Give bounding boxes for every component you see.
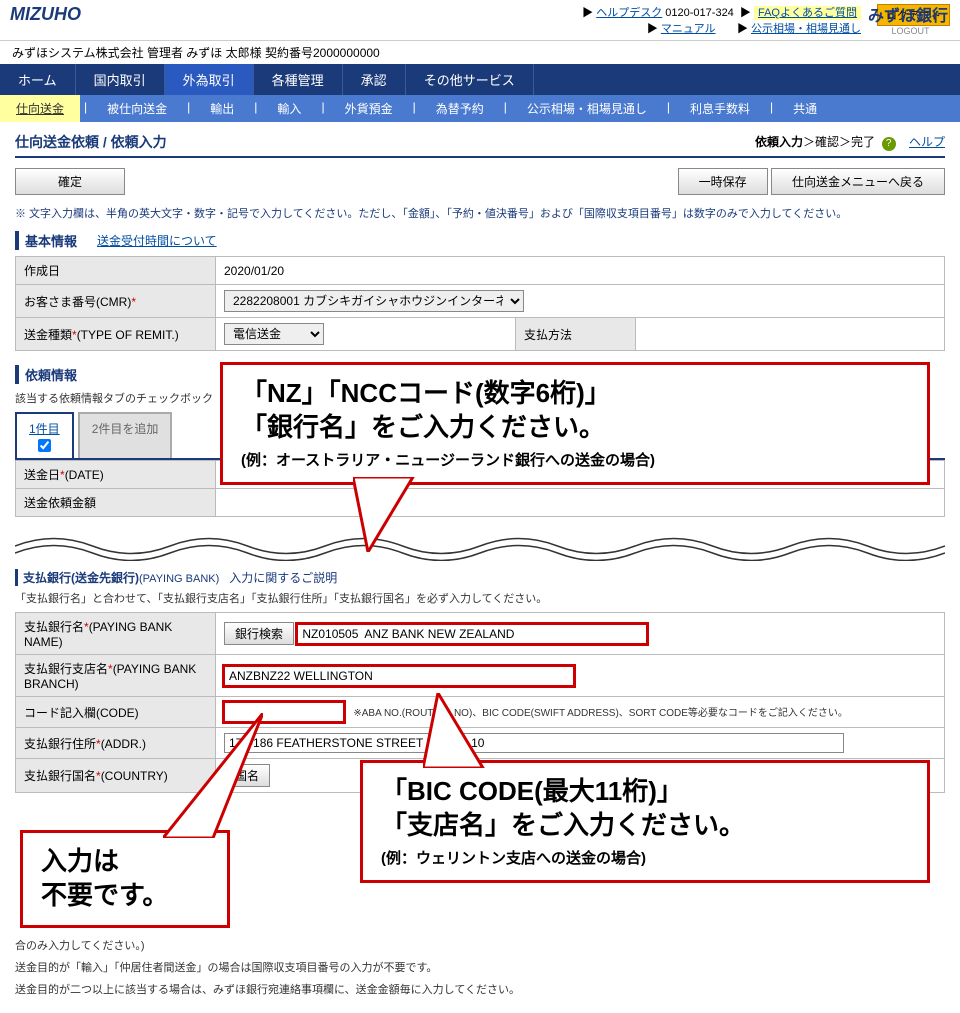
input-note: ※ 文字入力欄は、半角の英大文字・数字・記号で入力してください。ただし、「金額」… [15, 205, 945, 221]
nav-export[interactable]: 輸出 [194, 95, 250, 122]
paying-heading: 支払銀行(送金先銀行)(PAYING BANK) 入力に関するご説明 [15, 569, 945, 586]
paying-note: 「支払銀行名」と合わせて、「支払銀行支店名」「支払銀行住所」「支払銀行国名」を必… [15, 590, 945, 606]
callout-unneeded: 入力は 不要です。 [20, 830, 230, 928]
label-amount: 送金依頼金額 [16, 489, 216, 517]
addr-input[interactable] [224, 733, 844, 753]
footer-note-1: 合のみ入力してください。) [15, 937, 945, 953]
confirm-button[interactable]: 確定 [15, 168, 125, 195]
footer-note-3: 送金目的が二つ以上に該当する場合は、みずほ銀行宛連絡事項欄に、送金金額毎に入力し… [15, 981, 945, 997]
help-icon: ? [882, 137, 896, 151]
footer-note-2: 送金目的が「輸入」「仲居住者間送金」の場合は国際収支項目番号の入力が不要です。 [15, 959, 945, 975]
nav-import[interactable]: 輸入 [261, 95, 317, 122]
logout-en: LOGOUT [871, 26, 950, 36]
branch-input[interactable] [224, 666, 574, 686]
label-pay-method: 支払方法 [516, 318, 636, 351]
nav-main: ホーム 国内取引 外為取引 各種管理 承認 その他サービス [0, 64, 960, 95]
bank-search-button[interactable]: 銀行検索 [224, 622, 294, 645]
bank-name: みずほ銀行 [868, 2, 948, 26]
manual-link[interactable]: マニュアル [661, 23, 716, 35]
paying-help-link[interactable]: 入力に関するご説明 [229, 571, 337, 585]
nav-inward[interactable]: 被仕向送金 [91, 95, 183, 122]
nav-sub: 仕向送金| 被仕向送金| 輸出| 輸入| 外貨預金| 為替予約| 公示相場・相場… [0, 95, 960, 122]
nav-forex[interactable]: 外為取引 [165, 64, 254, 95]
tab-2-add[interactable]: 2件目を追加 [78, 412, 173, 458]
nav-admin[interactable]: 各種管理 [254, 64, 343, 95]
tab-1-check[interactable] [38, 439, 51, 452]
wave-separator [15, 531, 945, 561]
label-remit-type: 送金種類*(TYPE OF REMIT.) [16, 318, 216, 351]
tab-1[interactable]: 1件目 [15, 412, 74, 458]
label-cmr: お客さま番号(CMR)* [16, 285, 216, 318]
nav-approval[interactable]: 承認 [343, 64, 406, 95]
help-link[interactable]: ヘルプ [909, 135, 945, 149]
app-header: MIZUHO ▶ ヘルプデスク 0120-017-324 ▶ FAQよくあるご質… [0, 0, 960, 41]
remit-type-select[interactable]: 電信送金 [224, 323, 324, 345]
back-button[interactable]: 仕向送金メニューへ戻る [771, 168, 945, 195]
nav-common[interactable]: 共通 [777, 95, 833, 122]
callout-nz: 「NZ」「NCCコード(数字6桁)」 「銀行名」をご入力ください。 (例：オース… [220, 362, 930, 485]
nav-other[interactable]: その他サービス [406, 64, 534, 95]
bank-name-input[interactable] [297, 624, 647, 644]
logo: MIZUHO [10, 4, 81, 25]
label-bank-name: 支払銀行名*(PAYING BANK NAME) [16, 613, 216, 655]
nav-fees[interactable]: 利息手数料 [674, 95, 766, 122]
nav-domestic[interactable]: 国内取引 [76, 64, 165, 95]
nav-outward[interactable]: 仕向送金 [0, 95, 80, 122]
helpdesk-link[interactable]: ヘルプデスク [596, 7, 662, 19]
basic-table: 作成日 2020/01/20 お客さま番号(CMR)* 2282208001 カ… [15, 256, 945, 351]
user-context: みずほシステム株式会社 管理者 みずほ 太郎様 契約番号2000000000 [0, 41, 960, 64]
faq-link[interactable]: FAQよくあるご質問 [754, 6, 861, 20]
basic-heading: 基本情報 送金受付時間について [15, 231, 945, 250]
value-created: 2020/01/20 [216, 257, 945, 285]
callout-bic: 「BIC CODE(最大11桁)」 「支店名」をご入力ください。 (例：ウェリン… [360, 760, 930, 883]
nav-forward[interactable]: 為替予約 [420, 95, 500, 122]
save-button[interactable]: 一時保存 [678, 168, 768, 195]
nav-home[interactable]: ホーム [0, 64, 76, 95]
label-date: 送金日*(DATE) [16, 461, 216, 489]
label-created: 作成日 [16, 257, 216, 285]
nav-rates[interactable]: 公示相場・相場見通し [511, 95, 663, 122]
cmr-select[interactable]: 2282208001 カブシキガイシャホウジンインターネットシステムズ [224, 290, 524, 312]
breadcrumb: 依頼入力＞確認＞完了 ? ヘルプ [755, 133, 945, 151]
page-title: 仕向送金依頼 / 依頼入力 [15, 132, 167, 152]
hours-link[interactable]: 送金受付時間について [97, 232, 217, 249]
label-branch: 支払銀行支店名*(PAYING BANK BRANCH) [16, 655, 216, 697]
nav-foreign-deposit[interactable]: 外貨預金 [329, 95, 409, 122]
rates-link[interactable]: 公示相場・相場見通し [751, 23, 861, 35]
